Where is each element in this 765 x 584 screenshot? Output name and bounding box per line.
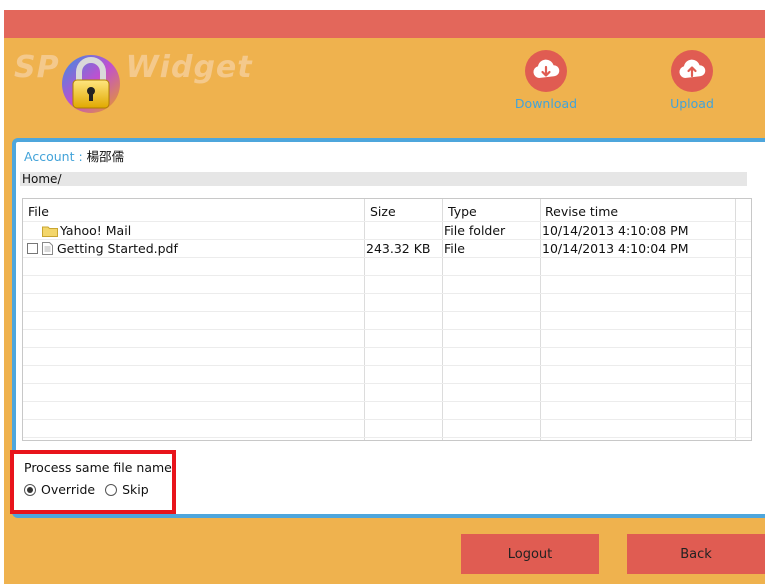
logo-wordmark: SP Widget <box>14 50 253 85</box>
folder-icon <box>42 226 58 237</box>
download-button[interactable]: Download <box>506 50 586 111</box>
file-type: File folder <box>444 223 506 238</box>
file-type: File <box>444 241 465 256</box>
file-table[interactable]: File Size Type Revise time Yahoo! Mail F… <box>22 198 752 441</box>
breadcrumb-path: Home/ <box>22 172 62 186</box>
same-file-name-options: Process same file name Override Skip <box>10 450 176 514</box>
radio-selected-dot <box>27 486 33 493</box>
column-header-type[interactable]: Type <box>448 204 477 219</box>
file-name: Yahoo! Mail <box>60 223 132 238</box>
file-revise-time: 10/14/2013 4:10:04 PM <box>542 241 689 256</box>
options-radio-group: Override Skip <box>24 482 172 497</box>
cloud-download-icon <box>525 50 567 92</box>
override-radio[interactable] <box>24 483 36 496</box>
column-header-file[interactable]: File <box>28 204 49 219</box>
footer-bar: Logout Back <box>4 520 765 584</box>
document-icon <box>42 242 53 255</box>
back-button[interactable]: Back <box>627 534 765 574</box>
override-option[interactable]: Override <box>24 482 95 497</box>
file-size: 243.32 KB <box>366 241 431 256</box>
cloud-upload-icon <box>671 50 713 92</box>
top-bar <box>4 10 765 38</box>
app-header: SP Widget Download Upload <box>4 38 765 128</box>
skip-label: Skip <box>122 482 149 497</box>
file-name-cell[interactable]: Getting Started.pdf <box>27 241 178 256</box>
logo-text-left: SP <box>14 50 60 85</box>
file-name-cell[interactable]: Yahoo! Mail <box>42 223 131 238</box>
upload-label: Upload <box>670 96 714 111</box>
skip-radio[interactable] <box>105 483 118 496</box>
file-revise-time: 10/14/2013 4:10:08 PM <box>542 223 689 238</box>
account-name: 楊邵儒 <box>86 149 125 164</box>
logo-text-right: Widget <box>125 50 253 85</box>
options-title: Process same file name <box>24 460 172 475</box>
skip-option[interactable]: Skip <box>105 482 149 497</box>
column-header-size[interactable]: Size <box>370 204 396 219</box>
breadcrumb[interactable]: Home/ <box>20 172 747 186</box>
account-label: Account : <box>24 149 83 164</box>
account-line: Account : 楊邵儒 <box>24 146 124 165</box>
logout-button[interactable]: Logout <box>461 534 599 574</box>
file-name: Getting Started.pdf <box>57 241 178 256</box>
download-label: Download <box>514 96 578 111</box>
lock-logo-icon <box>62 55 120 113</box>
file-checkbox[interactable] <box>27 243 38 254</box>
column-header-revise-time[interactable]: Revise time <box>545 204 618 219</box>
upload-button[interactable]: Upload <box>652 50 732 111</box>
override-label: Override <box>41 482 96 497</box>
